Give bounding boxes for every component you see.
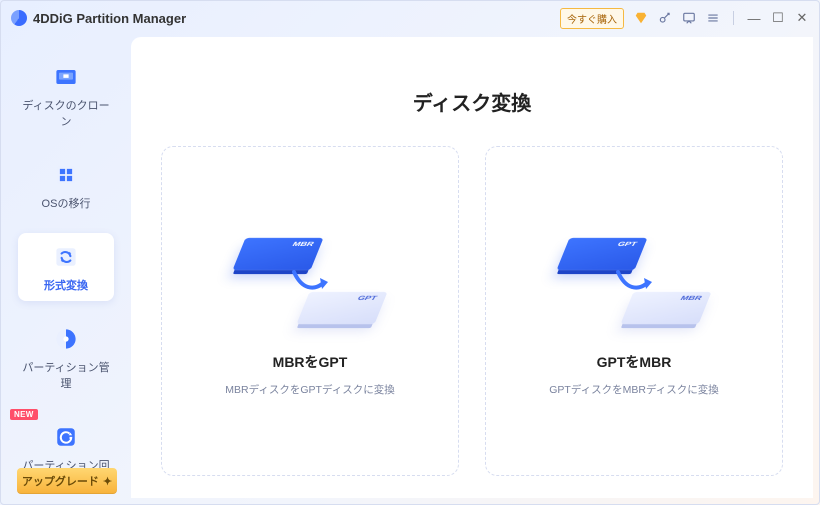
main-panel: ディスク変換 MBR GPT MBRをGPT MBRディスクをGPTディスクに変… (131, 37, 813, 498)
feedback-icon[interactable] (682, 11, 696, 25)
titlebar: 4DDiG Partition Manager 今すぐ購入 — ☐ ✕ (1, 1, 819, 35)
card-desc: GPTディスクをMBRディスクに変換 (549, 382, 718, 397)
minimize-button[interactable]: — (747, 11, 761, 25)
diamond-icon[interactable] (634, 11, 648, 25)
card-mbr-to-gpt[interactable]: MBR GPT MBRをGPT MBRディスクをGPTディスクに変換 (161, 146, 459, 476)
disk-label-from: MBR (291, 240, 316, 247)
sidebar: ディスクのクローン OSの移行 形式変換 パーティション管理 NEW (1, 35, 131, 504)
titlebar-separator (733, 11, 734, 25)
key-icon[interactable] (658, 11, 672, 25)
sidebar-item-partition-manage[interactable]: パーティション管理 (18, 315, 114, 399)
sidebar-item-disk-clone[interactable]: ディスクのクローン (18, 53, 114, 137)
sidebar-item-label: ディスクのクローン (22, 97, 110, 129)
card-title: MBRをGPT (273, 352, 348, 372)
disk-label-to: GPT (356, 294, 379, 301)
menu-icon[interactable] (706, 11, 720, 25)
upgrade-label: アップグレード (22, 473, 99, 489)
os-migrate-icon (52, 161, 80, 189)
sidebar-item-label: パーティション管理 (22, 359, 110, 391)
close-button[interactable]: ✕ (795, 11, 809, 25)
new-badge: NEW (10, 409, 38, 420)
disk-label-from: GPT (616, 240, 639, 247)
partition-manage-icon (52, 325, 80, 353)
sidebar-item-label: 形式変換 (44, 277, 88, 293)
sidebar-item-label: OSの移行 (42, 195, 91, 211)
disk-convert-icon: MBR GPT (235, 226, 385, 336)
card-gpt-to-mbr[interactable]: GPT MBR GPTをMBR GPTディスクをMBRディスクに変換 (485, 146, 783, 476)
app-title: 4DDiG Partition Manager (33, 11, 560, 26)
upgrade-button[interactable]: アップグレード ✦ (17, 468, 117, 494)
card-desc: MBRディスクをGPTディスクに変換 (225, 382, 394, 397)
card-title: GPTをMBR (597, 352, 672, 372)
titlebar-icons: — ☐ ✕ (634, 11, 809, 25)
maximize-button[interactable]: ☐ (771, 11, 785, 25)
disk-convert-icon: GPT MBR (559, 226, 709, 336)
page-title: ディスク変換 (159, 87, 785, 116)
sidebar-item-format-convert[interactable]: 形式変換 (18, 233, 114, 301)
cards-row: MBR GPT MBRをGPT MBRディスクをGPTディスクに変換 GPT M… (159, 146, 785, 476)
disk-label-to: MBR (679, 294, 704, 301)
app-logo-icon (11, 10, 27, 26)
partition-recover-icon (52, 423, 80, 451)
format-convert-icon (52, 243, 80, 271)
sparkle-icon: ✦ (103, 475, 112, 488)
buy-now-button[interactable]: 今すぐ購入 (560, 8, 624, 29)
sidebar-item-os-migrate[interactable]: OSの移行 (18, 151, 114, 219)
disk-clone-icon (52, 63, 80, 91)
